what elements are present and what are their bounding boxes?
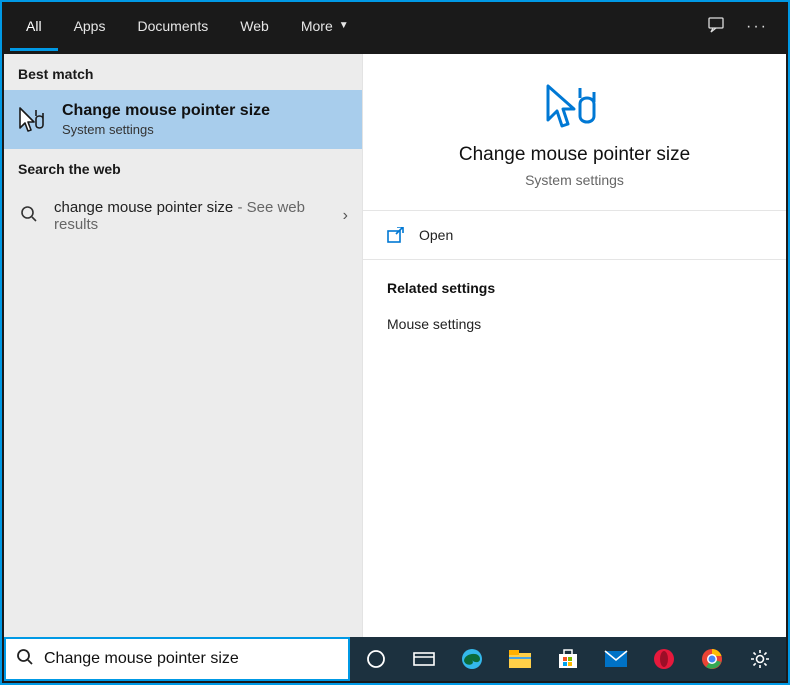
open-label: Open: [419, 227, 453, 243]
preview-title: Change mouse pointer size: [383, 144, 766, 166]
more-options-icon[interactable]: ···: [746, 18, 768, 36]
results-pane: Best match Change mouse pointer size Sys…: [4, 54, 362, 637]
tab-documents[interactable]: Documents: [121, 3, 224, 51]
best-match-title: Change mouse pointer size: [62, 102, 270, 120]
chevron-down-icon: ▼: [339, 20, 349, 31]
web-result[interactable]: change mouse pointer size - See web resu…: [4, 185, 362, 247]
file-explorer-icon[interactable]: [500, 639, 540, 679]
cortana-icon[interactable]: [356, 639, 396, 679]
tab-all[interactable]: All: [10, 3, 58, 51]
search-box[interactable]: [4, 637, 350, 681]
microsoft-store-icon[interactable]: [548, 639, 588, 679]
bottom-bar: [4, 637, 786, 681]
web-result-text: change mouse pointer size - See web resu…: [54, 199, 329, 233]
search-icon: [18, 205, 40, 228]
mouse-pointer-icon: [18, 106, 48, 134]
opera-icon[interactable]: [644, 639, 684, 679]
chevron-right-icon: ›: [343, 207, 348, 225]
tab-more[interactable]: More ▼: [285, 3, 365, 51]
search-web-header: Search the web: [4, 149, 362, 185]
task-view-icon[interactable]: [404, 639, 444, 679]
search-input[interactable]: [44, 650, 338, 668]
edge-icon[interactable]: [452, 639, 492, 679]
chrome-icon[interactable]: [692, 639, 732, 679]
mail-icon[interactable]: [596, 639, 636, 679]
mouse-pointer-icon: [542, 82, 608, 130]
open-action[interactable]: Open: [363, 211, 786, 260]
taskbar: [350, 637, 786, 681]
tab-more-label: More: [301, 18, 333, 34]
best-match-subtitle: System settings: [62, 122, 270, 137]
search-icon: [16, 648, 34, 671]
best-match-header: Best match: [4, 54, 362, 90]
preview-header: Change mouse pointer size System setting…: [363, 54, 786, 211]
feedback-icon[interactable]: [706, 15, 726, 40]
preview-pane: Change mouse pointer size System setting…: [362, 54, 786, 637]
preview-subtitle: System settings: [383, 172, 766, 188]
related-settings: Related settings Mouse settings: [363, 260, 786, 358]
best-match-text: Change mouse pointer size System setting…: [62, 102, 270, 137]
best-match-result[interactable]: Change mouse pointer size System setting…: [4, 90, 362, 149]
related-link[interactable]: Mouse settings: [387, 310, 762, 338]
settings-icon[interactable]: [740, 639, 780, 679]
search-tabs: All Apps Documents Web More ▼ ···: [2, 2, 788, 52]
related-header: Related settings: [387, 280, 762, 296]
web-result-query: change mouse pointer size: [54, 199, 233, 216]
tab-web[interactable]: Web: [224, 3, 285, 51]
tab-apps[interactable]: Apps: [58, 3, 122, 51]
search-content: Best match Change mouse pointer size Sys…: [4, 54, 786, 637]
open-icon: [387, 227, 405, 243]
